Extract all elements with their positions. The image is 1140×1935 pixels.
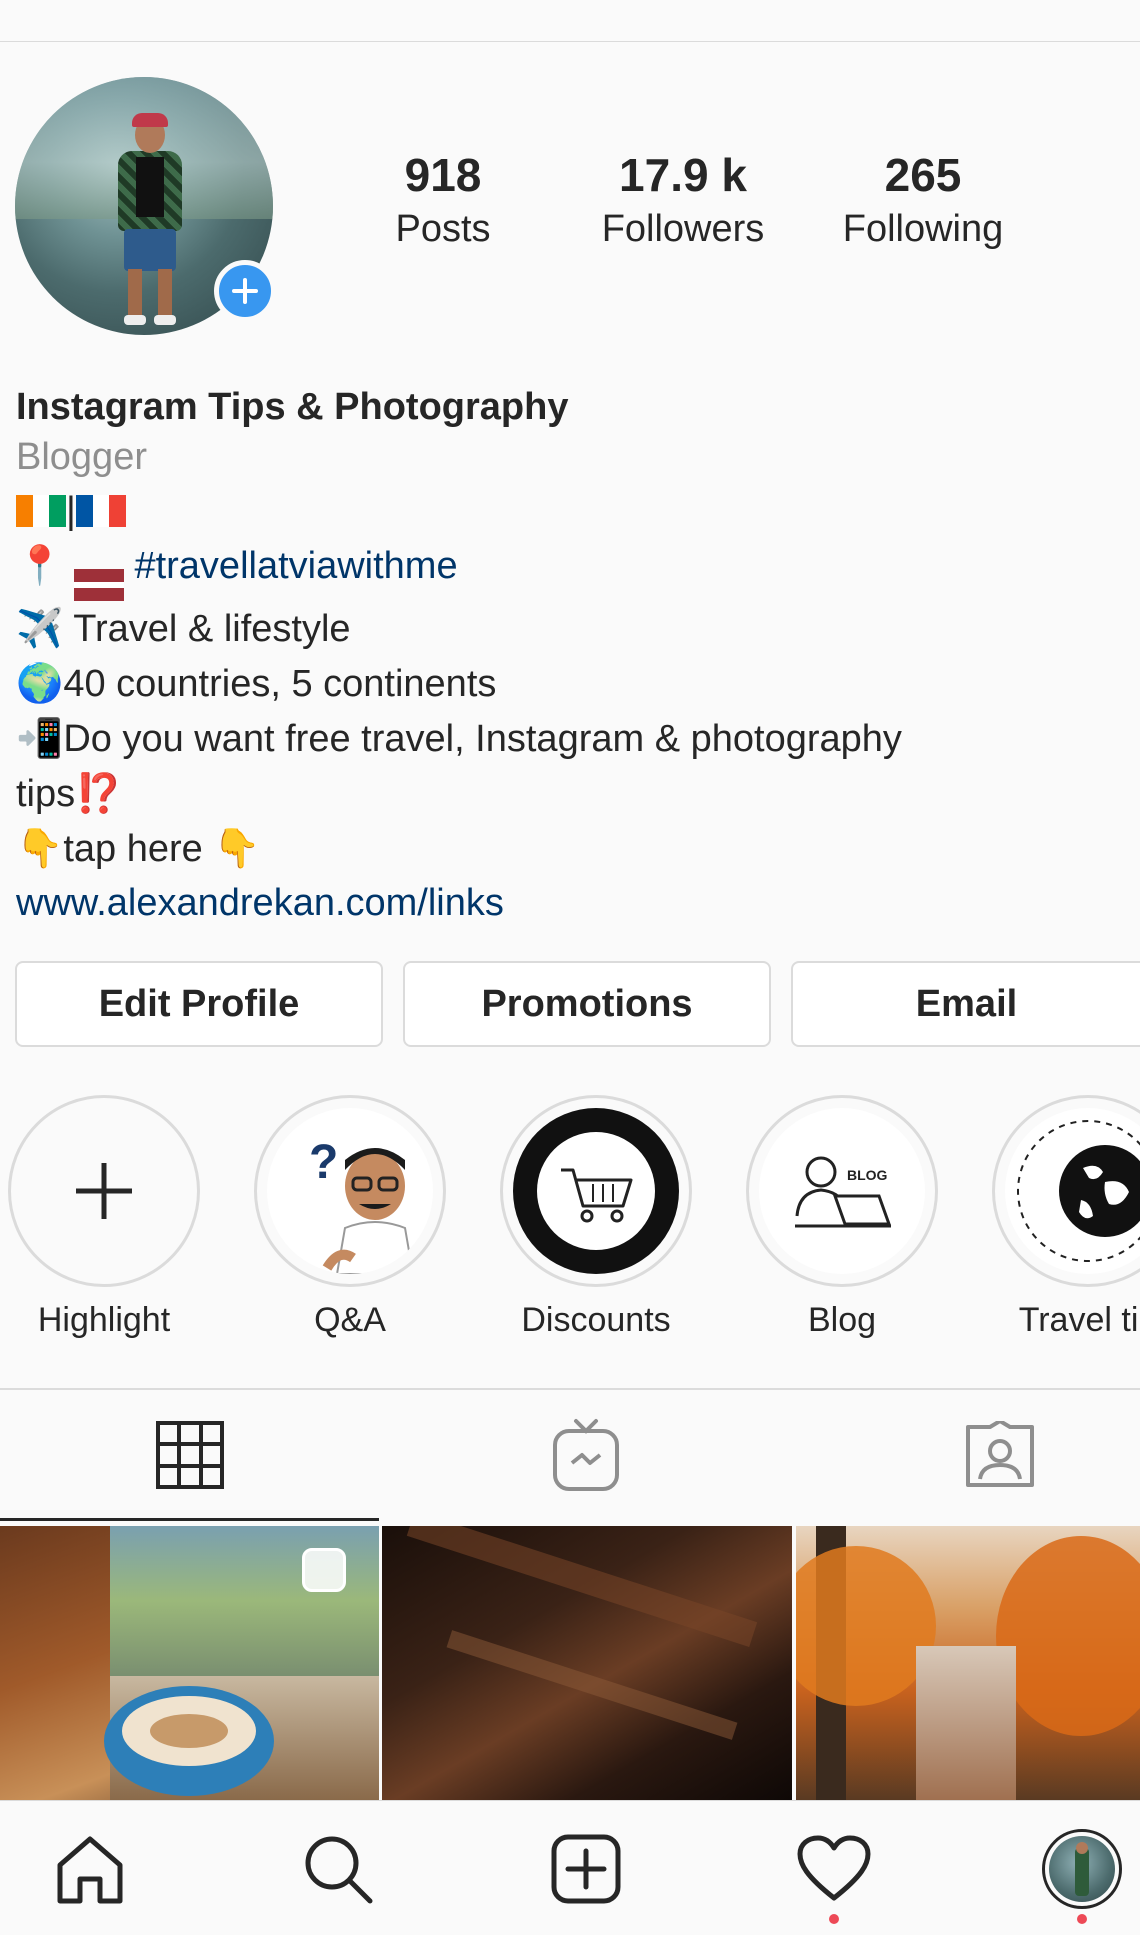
following-label: Following [842,207,1004,250]
following-count: 265 [884,149,962,201]
active-tab-indicator [0,1518,379,1521]
grid-icon [156,1421,224,1489]
post-thumbnail[interactable] [796,1526,1140,1800]
highlight-label: Travel tip [1018,1301,1140,1339]
bio-question-cont-line: tips⁉️ [16,766,1126,821]
phone-arrow-icon: 📲 [16,716,64,761]
top-divider [0,41,1140,42]
posts-stat[interactable]: 918 Posts [343,150,543,252]
highlight-blog[interactable]: BLOG Blog [746,1095,938,1340]
svg-text:BLOG: BLOG [847,1167,888,1183]
bio-travel-line: ✈️ Travel & lifestyle [16,601,1126,656]
plus-icon [232,278,258,304]
flag-separator: | [66,490,76,532]
new-post-icon [551,1834,621,1903]
followers-label: Followers [601,207,765,250]
post-thumbnail[interactable] [0,1526,379,1800]
highlight-discounts[interactable]: Discounts [500,1095,692,1340]
nav-new-post[interactable] [506,1801,666,1935]
profile-notification-dot [1077,1914,1087,1924]
pin-icon: 📍 [16,543,64,587]
profile-name: Instagram Tips & Photography [16,386,569,428]
highlight-label: Q&A [314,1301,386,1339]
bottom-navigation [0,1800,1140,1935]
highlight-label: Discounts [521,1301,671,1339]
promotions-button[interactable]: Promotions [403,961,771,1047]
profile-category: Blogger [16,436,147,478]
point-down-icon: 👇 [16,826,64,871]
bio-countries-line: 🌍40 countries, 5 continents [16,656,1126,711]
highlight-travel-tips[interactable]: Travel tip [992,1095,1140,1340]
france-flag-icon [75,488,126,527]
posts-label: Posts [395,207,491,250]
tab-tagged[interactable] [810,1390,1140,1520]
avatar-emoji-icon: ? [309,1136,415,1274]
post-thumbnail[interactable] [382,1526,792,1800]
bio-travel-text: Travel & lifestyle [73,608,351,651]
globe-icon [1017,1120,1140,1262]
highlight-label: Highlight [37,1301,171,1339]
igtv-icon [553,1419,619,1491]
highlight-label: Blog [807,1301,877,1339]
nav-profile[interactable] [1002,1801,1140,1935]
bio-flags-line: | [16,484,1126,538]
bio-question-text: Do you want free travel, Instagram & pho… [63,718,902,761]
blog-laptop-icon: BLOG [795,1156,892,1228]
nav-search[interactable] [258,1801,418,1935]
svg-text:?: ? [309,1136,338,1189]
tab-igtv[interactable] [396,1390,776,1520]
latvia-flag-icon [73,569,124,602]
bio-countries-text: 40 countries, 5 continents [63,663,497,706]
hashtag-link[interactable]: #travellatviawithme [134,545,457,587]
profile-bio: Instagram Tips & Photography Blogger | 📍… [16,384,1126,930]
following-stat[interactable]: 265 Following [823,150,1023,252]
plus-icon [76,1163,132,1219]
add-story-button[interactable] [214,260,276,322]
airplane-icon: ✈️ [16,606,64,651]
globe-icon: 🌍 [16,661,64,706]
bio-location-line: 📍 #travellatviawithme [16,538,1126,602]
profile-avatar-icon [1042,1828,1122,1909]
search-icon [305,1836,373,1903]
edit-profile-button[interactable]: Edit Profile [15,961,383,1047]
posts-count: 918 [404,149,482,201]
bio-question-cont-text: tips [16,773,76,816]
highlight-qa[interactable]: ? Q&A [254,1095,446,1340]
bio-tap-text: tap here [63,828,203,871]
point-down-icon: 👇 [213,826,261,871]
followers-stat[interactable]: 17.9 k Followers [583,150,783,252]
home-icon [57,1836,123,1903]
bio-tap-line: 👇tap here 👇 [16,821,1126,876]
tagged-icon [966,1421,1034,1487]
ivory-coast-flag-icon [16,488,66,527]
interrobang-icon: ⁉️ [75,771,123,816]
activity-notification-dot [829,1914,839,1924]
highlight-new[interactable]: Highlight [8,1095,200,1340]
bio-question-line: 📲Do you want free travel, Instagram & ph… [16,711,1126,766]
email-button[interactable]: Email [791,961,1140,1047]
followers-count: 17.9 k [619,149,747,201]
nav-activity[interactable] [754,1801,914,1935]
nav-home[interactable] [10,1801,170,1935]
activity-heart-icon [797,1835,871,1900]
tab-grid[interactable] [0,1390,380,1520]
multi-photo-icon [302,1548,346,1592]
cart-icon [561,1168,633,1223]
bio-website-link[interactable]: www.alexandrekan.com/links [16,876,1126,930]
